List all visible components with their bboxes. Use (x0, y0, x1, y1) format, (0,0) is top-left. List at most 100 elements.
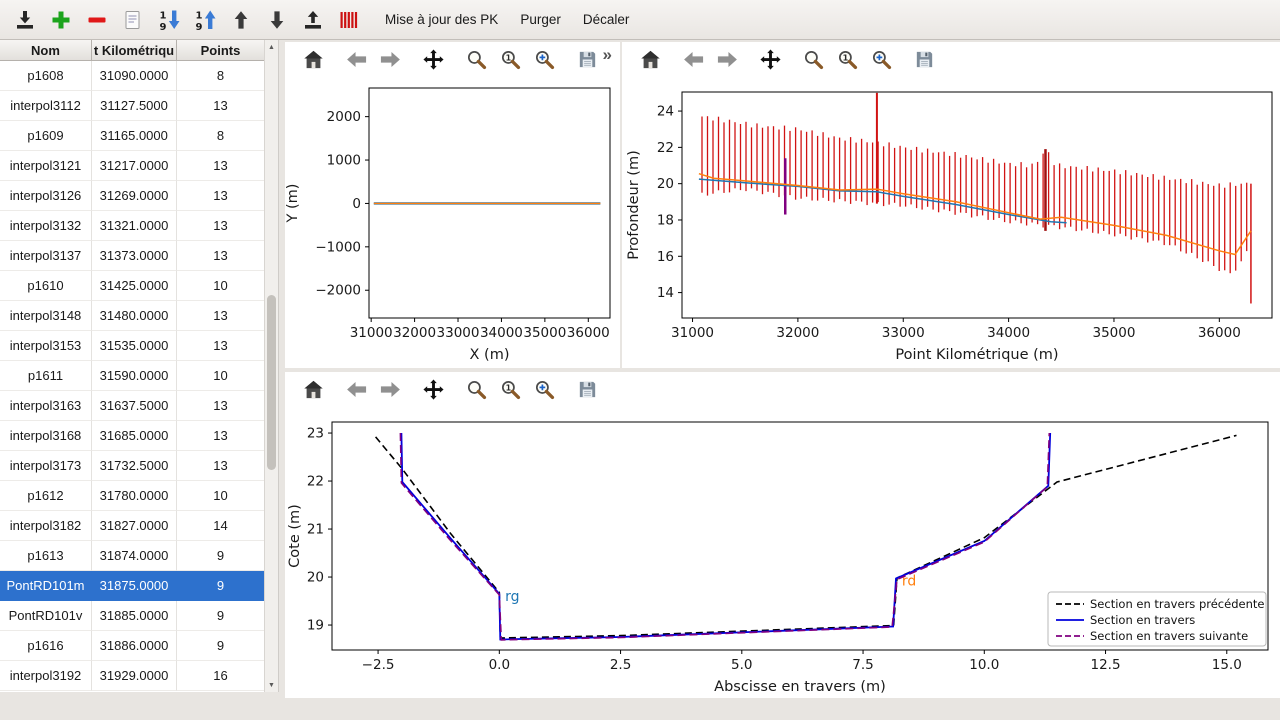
svg-text:10.0: 10.0 (969, 657, 999, 673)
table-row[interactable]: interpol319231929.000016 (0, 661, 265, 691)
zoom-rect-button[interactable] (867, 45, 895, 73)
svg-text:−2.5: −2.5 (362, 657, 395, 673)
table-row[interactable]: interpol312131217.000013 (0, 151, 265, 181)
scroll-down-button[interactable]: ▼ (265, 678, 278, 692)
table-row[interactable]: p161031425.000010 (0, 271, 265, 301)
table-row[interactable]: interpol317331732.500013 (0, 451, 265, 481)
column-header-nom[interactable]: Nom (0, 40, 92, 60)
cell-nom: p1610 (0, 271, 92, 301)
home-button[interactable] (299, 375, 327, 403)
svg-text:Abscisse en travers (m): Abscisse en travers (m) (714, 679, 886, 695)
add-section-button[interactable] (46, 5, 76, 35)
table-row[interactable]: interpol313231321.000013 (0, 211, 265, 241)
forward-icon (379, 48, 402, 71)
arrow-up-icon (229, 8, 253, 32)
table-row[interactable]: PontRD101m31875.00009 (0, 571, 265, 601)
sort-ascending-button[interactable]: 19 (190, 5, 220, 35)
home-button[interactable] (299, 45, 327, 73)
pan-button[interactable] (419, 375, 447, 403)
table-row[interactable]: interpol314831480.000013 (0, 301, 265, 331)
zoom-original-button[interactable]: 1 (496, 375, 524, 403)
svg-text:0: 0 (352, 196, 361, 212)
plot-profondeur-canvas[interactable]: 3100032000330003400035000360001416182022… (622, 76, 1280, 368)
svg-text:9: 9 (160, 22, 167, 32)
update-pk-action[interactable]: Mise à jour des PK (374, 6, 509, 33)
zoom-rect-button[interactable] (530, 375, 558, 403)
svg-text:33000: 33000 (882, 325, 925, 341)
scroll-up-button[interactable]: ▲ (265, 40, 278, 54)
cell-pk: 31874.0000 (92, 541, 177, 571)
table-row[interactable]: interpol318231827.000014 (0, 511, 265, 541)
table-row[interactable]: interpol316331637.500013 (0, 391, 265, 421)
cell-points: 13 (177, 301, 265, 331)
zoom-rect-button[interactable] (530, 45, 558, 73)
table-row[interactable]: interpol311231127.500013 (0, 91, 265, 121)
cell-points: 13 (177, 421, 265, 451)
plot-section-toolbar: 1 (285, 372, 1280, 406)
save-button[interactable] (910, 45, 938, 73)
remove-section-button[interactable] (82, 5, 112, 35)
table-row[interactable]: p161631886.00009 (0, 631, 265, 661)
zoom-original-button[interactable]: 1 (833, 45, 861, 73)
edit-section-button[interactable] (118, 5, 148, 35)
plot-xy-canvas[interactable]: 310003200033000340003500036000−2000−1000… (285, 76, 620, 368)
move-up-button[interactable] (226, 5, 256, 35)
cell-points: 10 (177, 361, 265, 391)
toolbar-overflow-button[interactable]: » (603, 45, 612, 65)
svg-text:9: 9 (196, 22, 203, 32)
shift-action[interactable]: Décaler (572, 6, 641, 33)
cell-nom: PontRD101m (0, 571, 92, 601)
zoom-button[interactable] (462, 45, 490, 73)
purge-action[interactable]: Purger (509, 6, 572, 33)
pan-button[interactable] (419, 45, 447, 73)
plot-profondeur-toolbar: 1 (622, 42, 1280, 76)
forward-button[interactable] (376, 45, 404, 73)
table-row[interactable]: p161131590.000010 (0, 361, 265, 391)
scroll-handle[interactable] (267, 295, 276, 470)
back-button[interactable] (679, 45, 707, 73)
pan-button[interactable] (756, 45, 784, 73)
sort-descending-button[interactable]: 19 (154, 5, 184, 35)
cell-pk: 31165.0000 (92, 121, 177, 151)
table-row[interactable]: interpol312631269.000013 (0, 181, 265, 211)
table-row[interactable]: p160831090.00008 (0, 61, 265, 91)
zoom-button[interactable] (462, 375, 490, 403)
zoom-original-button[interactable]: 1 (496, 45, 524, 73)
cell-points: 10 (177, 481, 265, 511)
table-row[interactable]: interpol313731373.000013 (0, 241, 265, 271)
cell-points: 16 (177, 661, 265, 691)
svg-text:Cote (m): Cote (m) (287, 504, 303, 568)
zoom-button[interactable] (799, 45, 827, 73)
table-row[interactable]: p160931165.00008 (0, 121, 265, 151)
table-row[interactable]: interpol315331535.000013 (0, 331, 265, 361)
cell-pk: 31480.0000 (92, 301, 177, 331)
forward-button[interactable] (376, 375, 404, 403)
column-header-points[interactable]: Points (177, 40, 265, 60)
export-button[interactable] (298, 5, 328, 35)
table-row[interactable]: p161331874.00009 (0, 541, 265, 571)
back-button[interactable] (342, 375, 370, 403)
save-button[interactable] (573, 45, 601, 73)
cell-points: 9 (177, 601, 265, 631)
column-header-pk[interactable]: t Kilométriqu (92, 40, 177, 60)
svg-text:Section en travers suivante: Section en travers suivante (1090, 629, 1248, 643)
plot-section-canvas[interactable]: −2.50.02.55.07.510.012.515.01920212223Ab… (285, 406, 1280, 698)
save-button[interactable] (573, 375, 601, 403)
move-down-button[interactable] (262, 5, 292, 35)
cell-nom: interpol3153 (0, 331, 92, 361)
home-button[interactable] (636, 45, 664, 73)
document-icon (121, 8, 145, 32)
forward-button[interactable] (713, 45, 741, 73)
table-row[interactable]: interpol316831685.000013 (0, 421, 265, 451)
cell-points: 13 (177, 151, 265, 181)
svg-text:34000: 34000 (987, 325, 1030, 341)
back-button[interactable] (342, 45, 370, 73)
display-sections-button[interactable] (334, 5, 364, 35)
svg-text:Y (m): Y (m) (285, 184, 301, 224)
plot-xy-toolbar: 1» (285, 42, 620, 76)
import-button[interactable] (10, 5, 40, 35)
cell-points: 13 (177, 181, 265, 211)
table-row[interactable]: p161231780.000010 (0, 481, 265, 511)
table-scrollbar[interactable]: ▲ ▼ (264, 40, 278, 692)
table-row[interactable]: PontRD101v31885.00009 (0, 601, 265, 631)
